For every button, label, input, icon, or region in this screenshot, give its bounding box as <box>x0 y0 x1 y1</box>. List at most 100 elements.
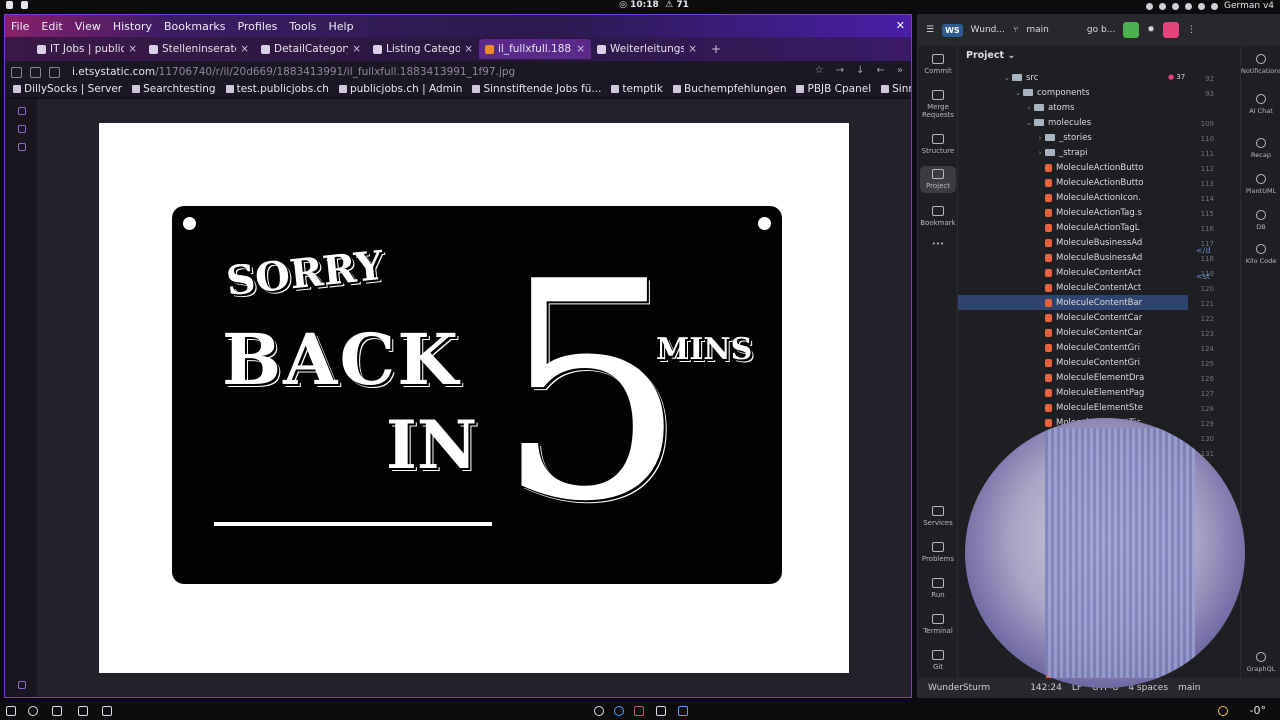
tree-folder[interactable]: ⌄ molecules <box>958 115 1188 130</box>
bookmark-item[interactable]: DillySocks | Server <box>13 83 122 95</box>
settings-icon[interactable] <box>594 706 604 716</box>
browser-tab[interactable]: Stelleninserate au× <box>143 39 255 59</box>
more-tools-icon[interactable]: ••• <box>920 240 956 248</box>
chevron-icon[interactable]: ⌄ <box>1024 119 1034 127</box>
status-branch[interactable]: main <box>1178 683 1201 693</box>
tab-close-icon[interactable]: × <box>576 43 585 55</box>
tree-folder[interactable]: › atoms <box>958 100 1188 115</box>
sidebar-ai-icon[interactable] <box>18 107 26 115</box>
tree-file[interactable]: MoleculeBusinessAd <box>958 235 1188 250</box>
tree-file[interactable]: MoleculeActionTagL <box>958 220 1188 235</box>
bookmark-shield-icon[interactable] <box>30 66 41 78</box>
more-icon[interactable]: » <box>897 65 903 76</box>
tree-folder[interactable]: › _strapi <box>958 145 1188 160</box>
more-options-icon[interactable]: ⋮ <box>1187 25 1196 35</box>
tool-run[interactable]: Run <box>920 578 956 599</box>
tray-icon[interactable] <box>1198 2 1206 10</box>
chevron-icon[interactable]: › <box>1035 149 1045 157</box>
site-info-icon[interactable] <box>49 66 60 78</box>
lock-icon[interactable] <box>21 1 28 9</box>
tool-kilo-code[interactable]: Kilo Code <box>1241 244 1280 265</box>
bookmark-item[interactable]: Sinnstiftende Jobs fü... <box>472 83 601 95</box>
tree-file[interactable]: MoleculeElementSte <box>958 400 1188 415</box>
tool-notifications[interactable]: Notifications <box>1241 54 1280 75</box>
tool-ai-chat[interactable]: AI Chat <box>1241 94 1280 115</box>
tree-file[interactable]: MoleculeElementDra <box>958 370 1188 385</box>
tree-file[interactable]: MoleculeActionTag.s <box>958 205 1188 220</box>
chevron-icon[interactable]: › <box>1024 104 1034 112</box>
bookmark-item[interactable]: PBJB Cpanel <box>796 83 871 95</box>
menu-bookmarks[interactable]: Bookmarks <box>164 20 225 33</box>
menu-file[interactable]: File <box>11 20 29 33</box>
tool-graphql[interactable]: GraphQL <box>1241 652 1280 673</box>
run-config-selector[interactable]: go b... <box>1087 25 1115 35</box>
chevron-icon[interactable]: › <box>1035 134 1045 142</box>
chevron-icon[interactable]: ⌄ <box>1013 89 1023 97</box>
bookmark-item[interactable]: Buchempfehlungen <box>673 83 786 95</box>
weather-icon[interactable] <box>1218 706 1228 716</box>
tab-close-icon[interactable]: × <box>464 43 473 55</box>
tray-icon[interactable] <box>1172 2 1180 10</box>
status-cursor-position[interactable]: 142:24 <box>1030 683 1062 693</box>
menu-edit[interactable]: Edit <box>41 20 62 33</box>
hamburger-menu-icon[interactable]: ☰ <box>926 25 934 35</box>
tree-file[interactable]: MoleculeBusinessAd <box>958 250 1188 265</box>
status-project[interactable]: WunderSturm <box>928 683 990 693</box>
tool-terminal[interactable]: Terminal <box>920 614 956 635</box>
url-text[interactable]: i.etsystatic.com/11706740/r/il/20d669/18… <box>72 66 515 78</box>
window-close-icon[interactable]: ✕ <box>896 19 905 32</box>
sidebar-bookmarks-icon[interactable] <box>18 125 26 133</box>
tree-file[interactable]: MoleculeActionButto <box>958 160 1188 175</box>
star-icon[interactable]: ☆ <box>815 65 824 76</box>
tray-icon[interactable] <box>1185 2 1193 10</box>
tool-recap[interactable]: Recap <box>1241 138 1280 159</box>
document-icon[interactable] <box>656 706 666 716</box>
terminal-icon[interactable] <box>78 706 88 716</box>
project-badge[interactable]: WS <box>942 23 963 37</box>
forward-icon[interactable]: → <box>836 65 844 76</box>
tree-file[interactable]: MoleculeActionIcon. <box>958 190 1188 205</box>
tree-file[interactable]: MoleculeContentAct <box>958 265 1188 280</box>
tree-file[interactable]: MoleculeContentBar <box>958 295 1188 310</box>
sidebar-history-icon[interactable] <box>18 143 26 151</box>
tray-icon[interactable] <box>1211 2 1219 10</box>
tool-bookmark[interactable]: Bookmark <box>920 206 956 227</box>
download-icon[interactable]: ↓ <box>856 65 864 76</box>
tree-file[interactable]: MoleculeContentGri <box>958 340 1188 355</box>
browser-icon[interactable] <box>614 706 624 716</box>
tree-file[interactable]: MoleculeContentCar <box>958 325 1188 340</box>
tree-file[interactable]: MoleculeActionButto <box>958 175 1188 190</box>
tool-merge-requests[interactable]: Merge Requests <box>920 90 956 119</box>
grid-icon[interactable] <box>6 706 16 716</box>
new-tab-button[interactable]: + <box>703 42 729 56</box>
menu-history[interactable]: History <box>113 20 152 33</box>
tool-commit[interactable]: Commit <box>920 54 956 75</box>
tool-structure[interactable]: Structure <box>920 134 956 155</box>
tray-icon[interactable] <box>1146 2 1154 10</box>
tool-problems[interactable]: Problems <box>920 542 956 563</box>
ide-icon[interactable] <box>634 706 644 716</box>
temperature[interactable]: -0° <box>1250 704 1266 717</box>
browser-tab[interactable]: DetailCategory | S× <box>255 39 367 59</box>
bookmark-item[interactable]: test.publicjobs.ch <box>225 83 329 95</box>
bookmark-item[interactable]: Searchtesting <box>132 83 216 95</box>
chevron-icon[interactable]: ⌄ <box>1002 74 1012 82</box>
mail-icon[interactable] <box>52 706 62 716</box>
bookmark-item[interactable]: Sinnstiftende Jobs fü... <box>881 83 911 95</box>
app-icon[interactable] <box>678 706 688 716</box>
tab-close-icon[interactable]: × <box>352 43 361 55</box>
tool-git[interactable]: Git <box>920 650 956 671</box>
bookmark-item[interactable]: temptik <box>611 83 663 95</box>
project-panel-title[interactable]: Project ⌄ <box>966 50 1015 61</box>
tool-db[interactable]: DB <box>1241 210 1280 231</box>
project-selector[interactable]: Wund... <box>971 25 1005 35</box>
tree-file[interactable]: MoleculeContentAct <box>958 280 1188 295</box>
tool-project[interactable]: Project <box>920 166 956 193</box>
tree-file[interactable]: MoleculeContentCar <box>958 310 1188 325</box>
back-icon[interactable]: ← <box>876 65 884 76</box>
menu-profiles[interactable]: Profiles <box>237 20 277 33</box>
sidebar-settings-icon[interactable] <box>18 681 26 689</box>
tab-close-icon[interactable]: × <box>688 43 697 55</box>
files-icon[interactable] <box>102 706 112 716</box>
problem-count[interactable]: ● 37 <box>1168 73 1185 81</box>
